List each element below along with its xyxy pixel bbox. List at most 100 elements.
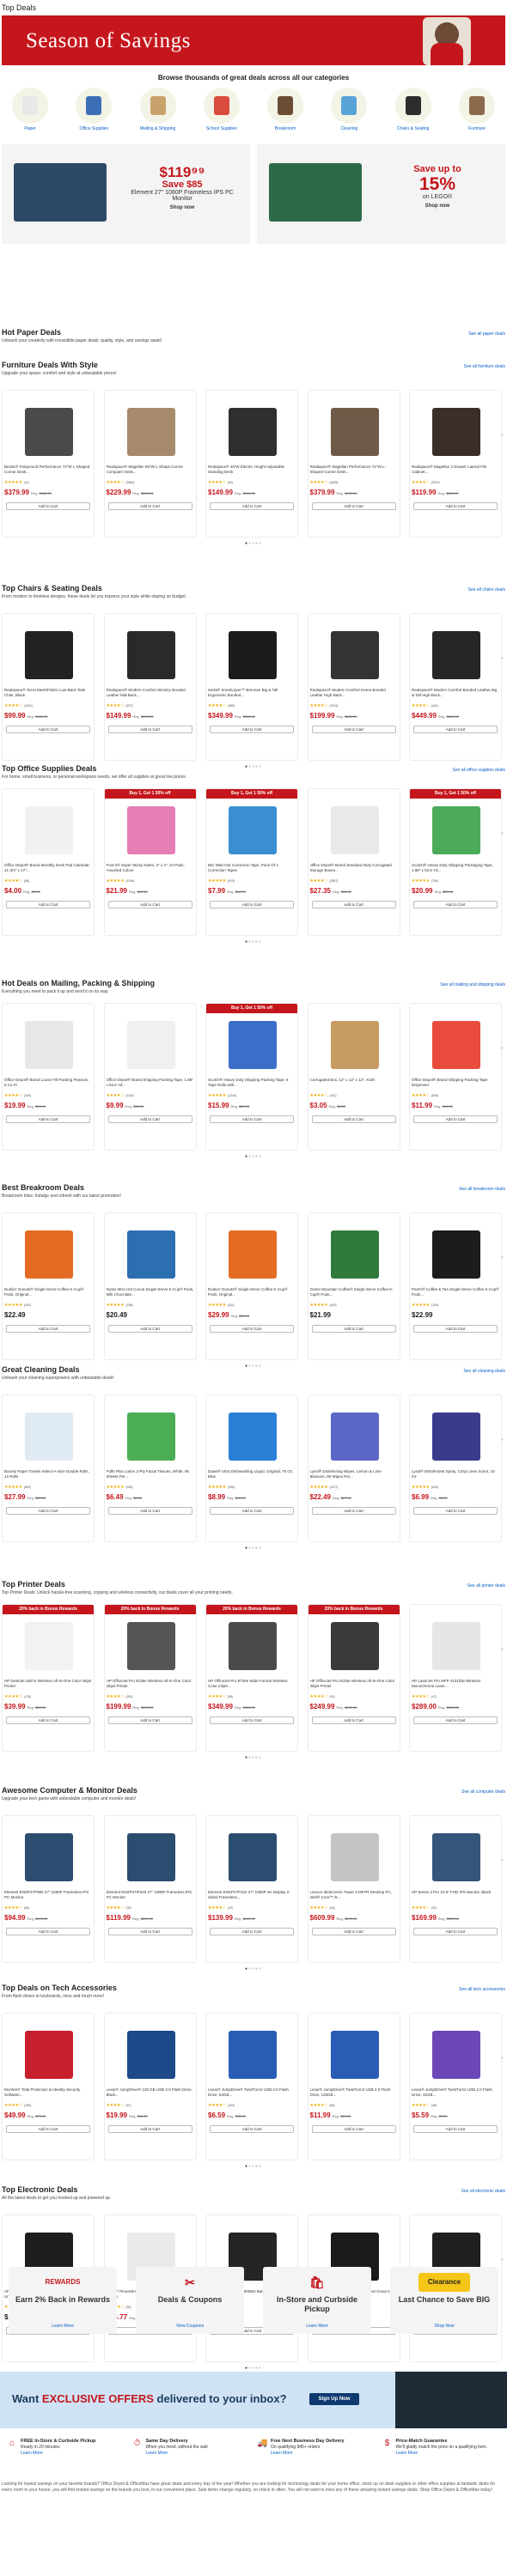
- category-item[interactable]: Breakroom: [262, 88, 308, 144]
- carousel-dots[interactable]: ●●●●●: [0, 939, 507, 945]
- see-all-link[interactable]: See all cleaning deals: [463, 1369, 505, 1374]
- category-label[interactable]: Cleaning: [341, 126, 358, 131]
- product-name[interactable]: Realspace® Magellan 2-Drawer Lateral Fil…: [412, 465, 499, 476]
- product-name[interactable]: Office Depot® Brand Shipping Packing Tap…: [107, 1078, 194, 1089]
- product-image[interactable]: [229, 1413, 277, 1461]
- product-name[interactable]: Serta® SmartLayer™ Brennan Big & Tall Er…: [208, 688, 296, 699]
- product-card[interactable]: 20% back in Bonus Rewards HP OfficeJet Pr…: [205, 1604, 298, 1752]
- product-image[interactable]: [126, 1230, 175, 1279]
- product-image[interactable]: [25, 1021, 73, 1069]
- category-label[interactable]: Office Supplies: [80, 126, 109, 131]
- add-to-cart-button[interactable]: Add to Cart: [413, 726, 498, 733]
- product-card[interactable]: Serta® SmartLayer™ Brennan Big & Tall Er…: [205, 613, 298, 761]
- newsletter-signup-button[interactable]: Sign Up Now: [309, 2393, 359, 2405]
- see-all-link[interactable]: See all paper deals: [468, 331, 505, 337]
- see-all-link[interactable]: See all computer deals: [461, 1789, 505, 1795]
- category-item[interactable]: School Supplies: [199, 88, 245, 144]
- add-to-cart-button[interactable]: Add to Cart: [107, 901, 192, 908]
- product-image[interactable]: [25, 1413, 73, 1461]
- product-name[interactable]: BIC Wite-Out Correction Tape, Pack Of 4 …: [208, 863, 296, 874]
- add-to-cart-button[interactable]: Add to Cart: [311, 502, 396, 510]
- product-name[interactable]: Lysol® Disinfectant Spray, Crisp Linen S…: [412, 1469, 499, 1480]
- category-item[interactable]: Paper: [7, 88, 53, 144]
- category-item[interactable]: Chairs & Seating: [390, 88, 437, 144]
- tile-link[interactable]: View Coupons: [136, 2324, 244, 2329]
- product-image[interactable]: [126, 1833, 175, 1881]
- product-image[interactable]: [25, 408, 73, 456]
- add-to-cart-button[interactable]: Add to Cart: [413, 901, 498, 908]
- product-image[interactable]: [229, 1230, 277, 1279]
- product-card[interactable]: Realspace® Modern Comfort Bonded Leather…: [409, 613, 502, 761]
- add-to-cart-button[interactable]: Add to Cart: [6, 1325, 90, 1333]
- add-to-cart-button[interactable]: Add to Cart: [107, 1507, 192, 1515]
- add-to-cart-button[interactable]: Add to Cart: [311, 1507, 396, 1515]
- tile-link[interactable]: Learn More: [263, 2324, 371, 2329]
- product-card[interactable]: Dunkin' Donuts® Single-Serve Coffee K-Cu…: [205, 1212, 298, 1360]
- product-card[interactable]: HP LaserJet Pro MFP 4101fdw Wireless Mon…: [409, 1604, 502, 1752]
- product-name[interactable]: Realspace® Magellan Performance 72"W L-S…: [310, 465, 398, 476]
- product-card[interactable]: 20% back in Bonus Rewards HP DeskJet 2827…: [2, 1604, 95, 1752]
- category-label[interactable]: Chairs & Seating: [397, 126, 430, 131]
- product-image[interactable]: [432, 806, 480, 854]
- add-to-cart-button[interactable]: Add to Cart: [311, 1928, 396, 1935]
- add-to-cart-button[interactable]: Add to Cart: [210, 1928, 294, 1935]
- product-name[interactable]: HP OfficeJet Pro 8135e Wireless All-In-O…: [107, 1679, 194, 1690]
- product-name[interactable]: Bestar® Fairground Performance 72"W L-Sh…: [4, 465, 92, 476]
- product-image[interactable]: [126, 2031, 175, 2079]
- product-card[interactable]: Lexar® JumpDrive® TwistTurn2 USB 2.0 Fla…: [205, 2013, 298, 2160]
- add-to-cart-button[interactable]: Add to Cart: [6, 901, 90, 908]
- category-item[interactable]: Office Supplies: [70, 88, 117, 144]
- product-image[interactable]: [330, 1413, 379, 1461]
- product-card[interactable]: Office Depot® Brand Shipping Packing Tap…: [103, 1003, 197, 1151]
- see-all-link[interactable]: See all tech accessories: [459, 1987, 505, 1992]
- feature-tile[interactable]: REWARDS Earn 2% Back in Rewards Learn More: [9, 2267, 117, 2334]
- product-image[interactable]: [229, 2031, 277, 2079]
- see-all-link[interactable]: See all breakroom deals: [459, 1187, 505, 1192]
- product-name[interactable]: Realspace® Modern Comfort Winsley Bonded…: [107, 688, 194, 699]
- product-card[interactable]: Realspace® Magellan Performance 72"W L-S…: [307, 390, 400, 538]
- product-image[interactable]: [432, 2031, 480, 2079]
- category-item[interactable]: Mailing & Shipping: [135, 88, 181, 144]
- add-to-cart-button[interactable]: Add to Cart: [413, 1928, 498, 1935]
- add-to-cart-button[interactable]: Add to Cart: [107, 1928, 192, 1935]
- add-to-cart-button[interactable]: Add to Cart: [107, 726, 192, 733]
- add-to-cart-button[interactable]: Add to Cart: [6, 1928, 90, 1935]
- product-card[interactable]: Lexar® JumpDrive® TwistTurn2 USB 2.0 Fla…: [409, 2013, 502, 2160]
- product-card[interactable]: Element ENSP27P102 27" 1080P 4K Display …: [205, 1815, 298, 1963]
- promo-banner[interactable]: Save up to 15% on LEGO® Shop now: [257, 144, 505, 244]
- product-name[interactable]: HP DeskJet 2827e Wireless All-In-One Col…: [4, 1679, 92, 1690]
- product-image[interactable]: [229, 1021, 277, 1069]
- add-to-cart-button[interactable]: Add to Cart: [311, 2125, 396, 2133]
- add-to-cart-button[interactable]: Add to Cart: [6, 726, 90, 733]
- product-card[interactable]: Bestar® Fairground Performance 72"W L-Sh…: [2, 390, 95, 538]
- product-card[interactable]: Realspace® Magellan 59"W L-Shape Corner …: [103, 390, 197, 538]
- add-to-cart-button[interactable]: Add to Cart: [413, 1507, 498, 1515]
- see-all-link[interactable]: See all electronic deals: [461, 2189, 505, 2194]
- product-card[interactable]: 20% back in Bonus Rewards HP OfficeJet Pr…: [307, 1604, 400, 1752]
- service-link[interactable]: Learn More: [21, 2451, 43, 2456]
- add-to-cart-button[interactable]: Add to Cart: [210, 901, 294, 908]
- tile-link[interactable]: Learn More: [9, 2324, 117, 2329]
- promo-banner[interactable]: $119⁹⁹ Save $85 Element 27" 1080P Frameles…: [2, 144, 250, 244]
- product-card[interactable]: Corrugated Box, 12" x 12" x 12", Kraft ★★…: [307, 1003, 400, 1151]
- feature-tile[interactable]: 🛍 In-Store and Curbside Pickup Learn More: [263, 2267, 371, 2334]
- product-image[interactable]: [330, 1021, 379, 1069]
- carousel-dots[interactable]: ●●●●●: [0, 1966, 507, 1971]
- product-image[interactable]: [229, 806, 277, 854]
- add-to-cart-button[interactable]: Add to Cart: [6, 1507, 90, 1515]
- product-card[interactable]: Peet's® Coffee & Tea Single-Serve Coffee…: [409, 1212, 502, 1360]
- product-name[interactable]: Realspace® Magellan 59"W L-Shape Corner …: [107, 465, 194, 476]
- promo-shop-link[interactable]: Shop now: [131, 205, 234, 210]
- product-name[interactable]: Office Depot® Brand Shipping Packing Tap…: [412, 1078, 499, 1089]
- add-to-cart-button[interactable]: Add to Cart: [311, 901, 396, 908]
- product-card[interactable]: Dunkin' Donuts® Single-Serve Coffee K-Cu…: [2, 1212, 95, 1360]
- product-card[interactable]: McAfee® Total Protection & Identity Secu…: [2, 2013, 95, 2160]
- product-card[interactable]: HP Series 3 Pro 23.8" FHD IPS Monitor, B…: [409, 1815, 502, 1963]
- add-to-cart-button[interactable]: Add to Cart: [107, 2125, 192, 2133]
- add-to-cart-button[interactable]: Add to Cart: [413, 1115, 498, 1123]
- product-image[interactable]: [330, 1622, 379, 1670]
- category-label[interactable]: Breakroom: [275, 126, 296, 131]
- product-card[interactable]: Lexar® JumpDrive® 128 GB USB 3.0 Flash D…: [103, 2013, 197, 2160]
- product-card[interactable]: Dawn® Ultra Dishwashing Liquid, Original…: [205, 1394, 298, 1542]
- category-label[interactable]: Furniture: [468, 126, 486, 131]
